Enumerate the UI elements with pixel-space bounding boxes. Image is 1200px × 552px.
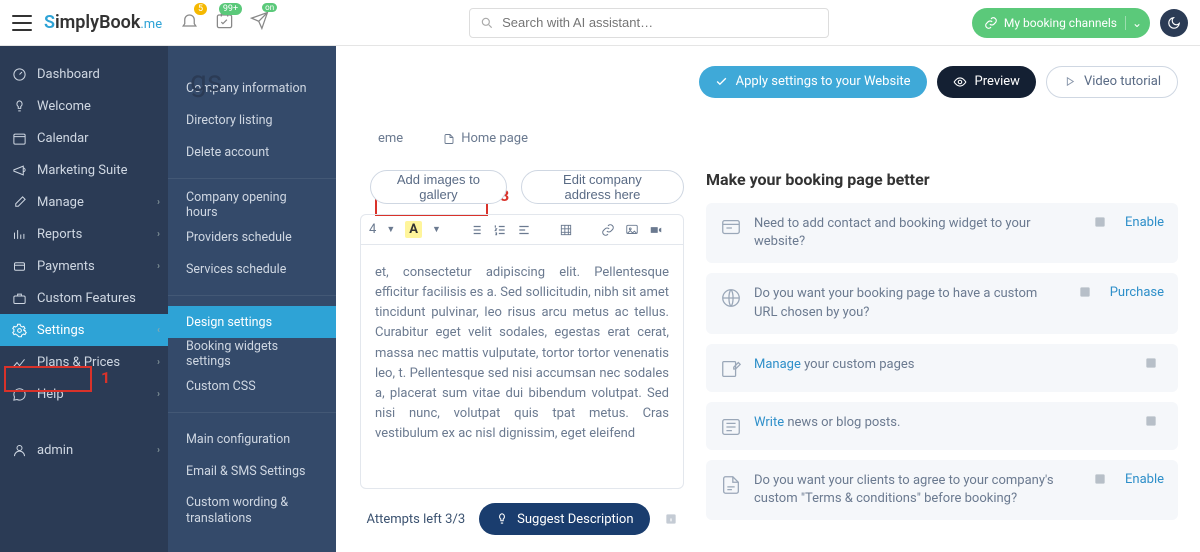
chevron-right-icon: › [157, 261, 160, 272]
rich-text-editor: 4 ▼ A ▼ et, consectetur adipiscing elit.… [360, 214, 684, 489]
write-link[interactable]: Write [754, 415, 784, 430]
text-highlight-icon[interactable]: A [405, 221, 422, 238]
booking-channels-button[interactable]: My booking channels ⌄ [972, 8, 1150, 38]
main-content: gs Apply settings to your Website Previe… [168, 46, 1200, 552]
info-icon[interactable] [1093, 472, 1107, 486]
globe-icon [720, 287, 742, 309]
calendar-badge: 99+ [219, 3, 242, 15]
align-icon[interactable] [517, 223, 531, 237]
chevron-right-icon: › [157, 389, 160, 400]
suggestions-title: Make your booking page better [706, 170, 1178, 189]
hamburger-menu[interactable] [12, 15, 32, 31]
nav-plans[interactable]: Plans & Prices› [0, 346, 168, 378]
info-icon[interactable] [1144, 356, 1158, 370]
page-title: gs [190, 64, 222, 99]
info-icon[interactable] [664, 512, 678, 526]
caret-down-icon[interactable]: ▼ [386, 224, 395, 235]
link-icon [984, 16, 998, 30]
annotation-number-1: 1 [101, 368, 110, 387]
nav-custom-features[interactable]: Custom Features [0, 282, 168, 314]
search-box[interactable] [469, 8, 829, 38]
link-icon[interactable] [601, 223, 615, 237]
nav-marketing[interactable]: Marketing Suite [0, 154, 168, 186]
add-images-button[interactable]: Add images to gallery [370, 170, 507, 204]
suggestion-text: Do you want your clients to agree to you… [754, 472, 1075, 508]
nav-admin[interactable]: admin› [0, 434, 168, 466]
send-badge: on [262, 3, 277, 12]
suggestion-text: Need to add contact and booking widget t… [754, 215, 1075, 251]
caret-down-icon[interactable]: ▼ [432, 224, 441, 235]
tabs: eme Home page [190, 127, 1178, 150]
preview-button[interactable]: Preview [937, 66, 1036, 98]
suggestion-custom-pages: Manage your custom pages [706, 344, 1178, 392]
search-icon [480, 16, 494, 30]
theme-toggle[interactable] [1160, 9, 1188, 37]
video-tutorial-button[interactable]: Video tutorial [1046, 66, 1178, 98]
bell-badge: 5 [194, 3, 207, 15]
nav-reports[interactable]: Reports› [0, 218, 168, 250]
check-icon [715, 75, 728, 88]
chevron-right-icon: › [157, 229, 160, 240]
tab-home-page[interactable]: Home page [435, 127, 536, 150]
logo[interactable]: SimplyBook.me [44, 12, 162, 33]
file-icon [443, 133, 455, 145]
eye-icon [953, 75, 967, 89]
bulb-icon [495, 512, 509, 526]
bell-icon[interactable]: 5 [180, 11, 199, 34]
search-input[interactable] [502, 15, 818, 30]
info-icon[interactable] [1093, 215, 1107, 229]
moon-icon [1167, 16, 1181, 30]
send-icon[interactable]: on [250, 11, 269, 34]
primary-sidebar: Dashboard Welcome Calendar Marketing Sui… [0, 46, 168, 552]
table-icon[interactable] [559, 223, 573, 237]
video-icon[interactable] [649, 223, 663, 237]
news-icon [720, 416, 742, 438]
edit-page-icon [720, 358, 742, 380]
logo-s: S [44, 12, 55, 33]
edit-address-button[interactable]: Edit company address here [521, 170, 684, 204]
suggestion-text: Write news or blog posts. [754, 414, 1126, 432]
suggestion-contact-widget: Need to add contact and booking widget t… [706, 203, 1178, 263]
widget-icon [720, 217, 742, 239]
list-ol-icon[interactable] [493, 223, 507, 237]
apply-settings-button[interactable]: Apply settings to your Website [699, 66, 927, 98]
nav-calendar[interactable]: Calendar [0, 122, 168, 154]
suggestion-news-blog: Write news or blog posts. [706, 402, 1178, 450]
list-ul-icon[interactable] [469, 223, 483, 237]
nav-payments[interactable]: Payments› [0, 250, 168, 282]
chevron-left-icon: ‹ [157, 325, 160, 336]
attempts-left: Attempts left 3/3 [366, 512, 465, 527]
calendar-check-icon[interactable]: 99+ [215, 11, 234, 34]
info-icon[interactable] [1144, 414, 1158, 428]
channels-label: My booking channels [1004, 16, 1117, 30]
suggestion-custom-url: Do you want your booking page to have a … [706, 273, 1178, 333]
nav-help[interactable]: Help› [0, 378, 168, 410]
info-icon[interactable] [1078, 285, 1092, 299]
nav-settings[interactable]: Settings‹ [0, 314, 168, 346]
suggestion-text: Manage your custom pages [754, 356, 1126, 374]
chevron-right-icon: › [157, 197, 160, 208]
nav-dashboard[interactable]: Dashboard [0, 58, 168, 90]
play-icon [1063, 75, 1076, 88]
suggest-description-button[interactable]: Suggest Description [479, 503, 649, 535]
image-icon[interactable] [625, 223, 639, 237]
suggestion-text: Do you want your booking page to have a … [754, 285, 1060, 321]
document-icon [720, 474, 742, 496]
manage-link[interactable]: Manage [754, 357, 801, 372]
purchase-link[interactable]: Purchase [1110, 285, 1164, 300]
suggestion-terms: Do you want your clients to agree to you… [706, 460, 1178, 520]
chevron-right-icon: › [157, 357, 160, 368]
nav-welcome[interactable]: Welcome [0, 90, 168, 122]
enable-link[interactable]: Enable [1125, 472, 1164, 487]
tab-theme[interactable]: eme [370, 127, 411, 150]
chevron-right-icon: › [157, 445, 160, 456]
nav-manage[interactable]: Manage› [0, 186, 168, 218]
editor-body[interactable]: et, consectetur adipiscing elit. Pellent… [361, 245, 683, 488]
font-size-value[interactable]: 4 [369, 222, 376, 237]
chevron-down-icon: ⌄ [1125, 16, 1142, 30]
enable-link[interactable]: Enable [1125, 215, 1164, 230]
